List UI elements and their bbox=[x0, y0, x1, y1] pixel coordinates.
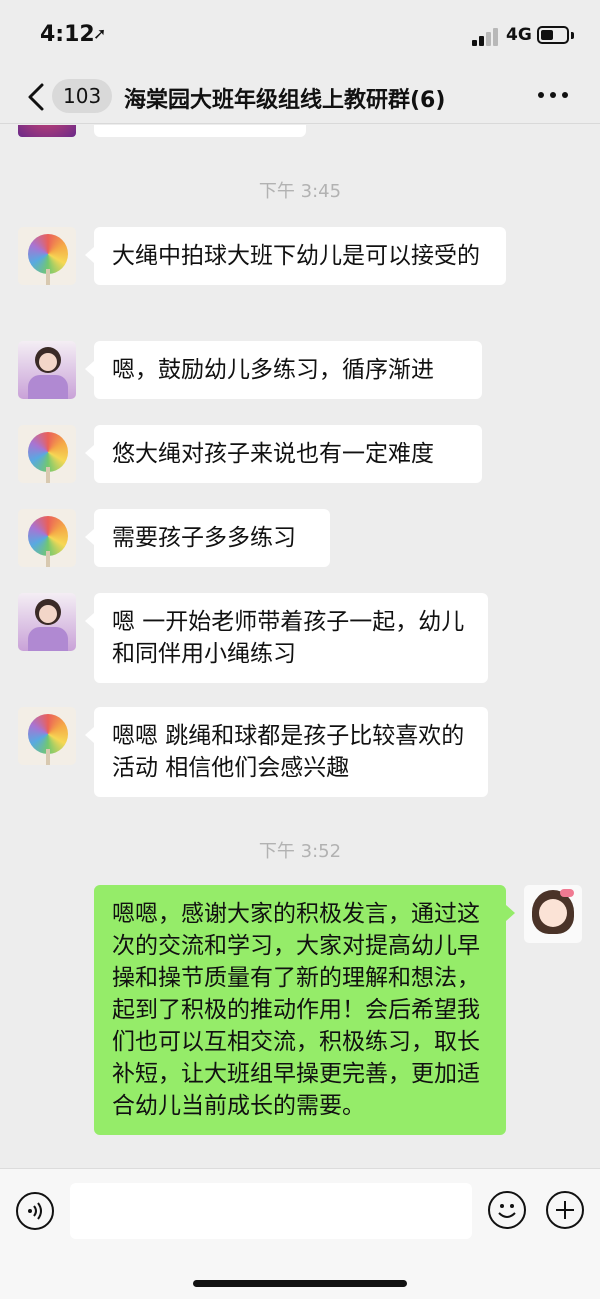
avatar[interactable] bbox=[18, 125, 76, 137]
message-bubble-self[interactable]: 嗯嗯，感谢大家的积极发言，通过这次的交流和学习，大家对提高幼儿早操和操节质量有了… bbox=[94, 885, 515, 1135]
unread-count-badge[interactable]: 103 bbox=[52, 79, 113, 113]
signal-icon bbox=[472, 28, 500, 46]
girl-avatar[interactable] bbox=[18, 593, 76, 651]
chevron-left-icon[interactable] bbox=[24, 80, 48, 114]
emoji-icon[interactable] bbox=[488, 1191, 526, 1229]
self-avatar[interactable] bbox=[524, 885, 582, 943]
more-dots-icon[interactable] bbox=[538, 92, 570, 102]
nav-bar: 103 海棠园大班年级组线上教研群(6) bbox=[0, 70, 600, 124]
message-bubble[interactable]: 悠大绳对孩子来说也有一定难度 bbox=[85, 425, 482, 483]
network-type: 4G bbox=[506, 25, 532, 45]
home-indicator[interactable] bbox=[193, 1280, 407, 1287]
message-timestamp: 下午 3:45 bbox=[258, 181, 342, 202]
message-input[interactable] bbox=[70, 1183, 472, 1239]
lollipop-avatar[interactable] bbox=[18, 425, 76, 483]
lollipop-avatar[interactable] bbox=[18, 509, 76, 567]
message-bubble[interactable]: 嗯 一开始老师带着孩子一起，幼儿和同伴用小绳练习 bbox=[85, 593, 488, 683]
message-bubble[interactable]: 大绳中拍球大班下幼儿是可以接受的 bbox=[85, 227, 506, 285]
lollipop-avatar[interactable] bbox=[18, 227, 76, 285]
message-timestamp: 下午 3:52 bbox=[258, 841, 342, 862]
message-bubble[interactable] bbox=[94, 125, 306, 137]
location-arrow-icon: ➚ bbox=[93, 24, 107, 43]
input-bar bbox=[0, 1168, 600, 1299]
message-bubble[interactable]: 需要孩子多多练习 bbox=[85, 509, 330, 567]
status-bar: 4:12 ➚ 4G bbox=[0, 0, 600, 70]
chat-title: 海棠园大班年级组线上教研群(6) bbox=[124, 88, 446, 113]
girl-avatar[interactable] bbox=[18, 341, 76, 399]
message-bubble[interactable]: 嗯嗯 跳绳和球都是孩子比较喜欢的活动 相信他们会感兴趣 bbox=[85, 707, 488, 797]
battery-tip bbox=[571, 32, 574, 39]
plus-icon[interactable] bbox=[546, 1191, 584, 1229]
chat-messages[interactable]: 下午 3:45 大绳中拍球大班下幼儿是可以接受的 嗯，鼓励幼儿多练习，循序渐进 … bbox=[0, 125, 600, 1168]
message-bubble[interactable]: 嗯，鼓励幼儿多练习，循序渐进 bbox=[85, 341, 482, 399]
lollipop-avatar[interactable] bbox=[18, 707, 76, 765]
battery-icon bbox=[537, 26, 569, 44]
status-time: 4:12 bbox=[40, 22, 95, 47]
voice-icon[interactable] bbox=[16, 1192, 54, 1230]
